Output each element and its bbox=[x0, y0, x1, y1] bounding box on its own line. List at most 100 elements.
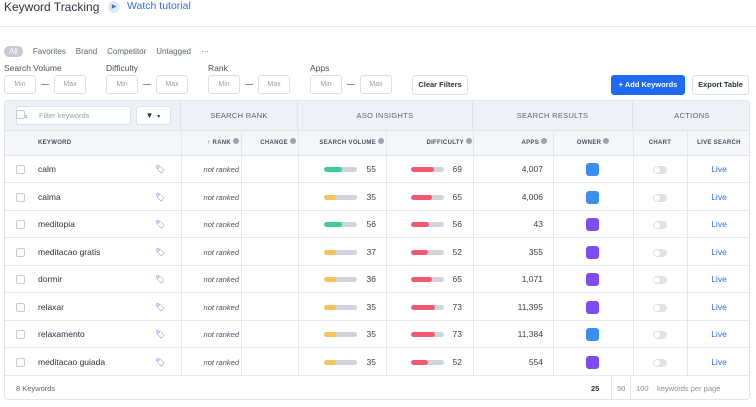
help-icon[interactable] bbox=[466, 138, 472, 144]
chart-toggle[interactable] bbox=[653, 166, 667, 174]
chart-toggle[interactable] bbox=[653, 193, 667, 202]
col-apps[interactable]: APPS bbox=[473, 131, 547, 156]
owner-app-icon[interactable] bbox=[586, 300, 599, 314]
live-search-link[interactable]: Live bbox=[687, 239, 749, 266]
rank-value: not ranked bbox=[203, 247, 239, 257]
tag-favorites[interactable]: Favorites bbox=[33, 47, 66, 56]
col-search-volume[interactable]: SEARCH VOLUME bbox=[298, 131, 384, 156]
row-checkbox[interactable] bbox=[16, 275, 25, 284]
row-checkbox[interactable] bbox=[16, 302, 25, 312]
owner-app-icon[interactable] bbox=[586, 190, 599, 204]
tag-icon[interactable]: 🏷︎ bbox=[155, 184, 165, 211]
search-volume-value: 35 bbox=[366, 301, 376, 312]
live-search-link[interactable]: Live bbox=[687, 156, 749, 183]
col-difficulty[interactable]: DIFFICULTY bbox=[386, 131, 472, 156]
help-icon[interactable] bbox=[541, 138, 547, 144]
live-search-link[interactable]: Live bbox=[687, 294, 749, 321]
col-owner[interactable]: OWNER bbox=[553, 131, 633, 156]
rank-value: not ranked bbox=[203, 192, 239, 202]
tag-icon[interactable]: 🏷︎ bbox=[155, 266, 165, 293]
row-checkbox[interactable] bbox=[16, 192, 25, 202]
live-search-link[interactable]: Live bbox=[687, 184, 749, 211]
keyword-text: meditacao guiada bbox=[38, 356, 106, 367]
owner-app-icon[interactable] bbox=[586, 355, 599, 369]
help-icon[interactable] bbox=[603, 138, 610, 144]
chart-toggle[interactable] bbox=[653, 331, 667, 339]
tag-all[interactable]: All bbox=[4, 46, 23, 57]
help-icon[interactable] bbox=[290, 138, 296, 144]
page-size-50[interactable]: 50 bbox=[611, 376, 625, 399]
owner-app-icon[interactable] bbox=[586, 273, 599, 286]
col-change[interactable]: CHANGE bbox=[241, 131, 296, 156]
filter-max-input[interactable]: Max bbox=[360, 75, 392, 94]
row-checkbox[interactable] bbox=[16, 165, 25, 174]
play-icon[interactable]: ▶ bbox=[108, 1, 120, 13]
filter-max-input[interactable]: Max bbox=[54, 75, 86, 94]
filter-label: Apps bbox=[310, 63, 330, 73]
keyword-text: relaxar bbox=[38, 301, 64, 312]
tag-icon[interactable]: 🏷︎ bbox=[155, 321, 165, 348]
filter-dropdown-button[interactable]: ▼ ▼ bbox=[136, 106, 171, 125]
help-icon[interactable] bbox=[233, 138, 239, 144]
clear-filters-button[interactable]: Clear Filters bbox=[412, 75, 468, 95]
tag-untagged[interactable]: Untagged bbox=[156, 47, 191, 56]
difficulty-value: 52 bbox=[452, 246, 462, 257]
tag-icon[interactable]: 🏷︎ bbox=[155, 294, 165, 321]
keyword-text: dormir bbox=[38, 274, 63, 284]
chart-toggle[interactable] bbox=[653, 303, 667, 312]
chart-toggle[interactable] bbox=[653, 276, 667, 284]
filter-keywords-input[interactable]: Filter keywords bbox=[16, 106, 131, 125]
chart-toggle[interactable] bbox=[653, 221, 667, 229]
filter-min-input[interactable]: Min bbox=[106, 75, 138, 94]
filter-min-input[interactable]: Min bbox=[4, 75, 36, 94]
row-checkbox[interactable] bbox=[16, 357, 25, 367]
chart-toggle[interactable] bbox=[653, 358, 667, 367]
row-checkbox[interactable] bbox=[16, 247, 25, 257]
col-rank[interactable]: ↑ RANK bbox=[181, 131, 239, 156]
live-search-link[interactable]: Live bbox=[687, 349, 749, 376]
filter-max-input[interactable]: Max bbox=[258, 75, 290, 94]
page-title: Keyword Tracking bbox=[4, 0, 100, 14]
tag-icon[interactable]: 🏷︎ bbox=[155, 156, 165, 183]
search-volume-value: 35 bbox=[366, 356, 376, 367]
add-keywords-button[interactable]: + Add Keywords bbox=[611, 75, 685, 95]
chart-toggle[interactable] bbox=[653, 248, 667, 257]
apps-value: 4,006 bbox=[521, 191, 543, 202]
col-keyword[interactable]: KEYWORD bbox=[38, 131, 72, 156]
table-row: meditacao guiada 🏷︎ not ranked 35 52 554… bbox=[5, 349, 749, 376]
page-size-100[interactable]: 100 bbox=[630, 376, 649, 399]
select-all-checkbox[interactable] bbox=[16, 110, 25, 119]
difficulty-value: 65 bbox=[452, 274, 462, 284]
export-table-button[interactable]: Export Table bbox=[692, 75, 749, 95]
table-footer: 8 Keywords 25 50 100 keywords per page bbox=[5, 376, 749, 399]
owner-app-icon[interactable] bbox=[586, 328, 599, 341]
tag-icon[interactable]: 🏷︎ bbox=[155, 211, 165, 238]
live-search-link[interactable]: Live bbox=[687, 211, 749, 238]
table-row: calma 🏷︎ not ranked 35 65 4,006 Live bbox=[5, 184, 749, 211]
filter-max-input[interactable]: Max bbox=[156, 75, 188, 94]
live-search-link[interactable]: Live bbox=[687, 266, 749, 293]
live-search-link[interactable]: Live bbox=[687, 321, 749, 348]
filter-label: Rank bbox=[208, 63, 228, 73]
owner-app-icon[interactable] bbox=[586, 218, 599, 231]
per-page-label: keywords per page bbox=[657, 384, 721, 393]
tag-competitor[interactable]: Competitor bbox=[107, 47, 146, 56]
rank-value: not ranked bbox=[203, 357, 239, 367]
tag-icon[interactable]: 🏷︎ bbox=[155, 239, 165, 266]
tag-brand[interactable]: Brand bbox=[76, 47, 97, 56]
watch-tutorial-link[interactable]: Watch tutorial bbox=[127, 0, 191, 12]
filter-min-input[interactable]: Min bbox=[310, 75, 342, 94]
owner-app-icon[interactable] bbox=[586, 163, 599, 176]
page-size-25[interactable]: 25 bbox=[591, 376, 599, 399]
owner-app-icon[interactable] bbox=[586, 245, 599, 259]
keywords-table: Filter keywords ⌕ ▼ ▼ SEARCH RANK ASO IN… bbox=[4, 100, 750, 400]
row-checkbox[interactable] bbox=[16, 330, 25, 339]
row-checkbox[interactable] bbox=[16, 220, 25, 229]
help-icon[interactable] bbox=[378, 138, 384, 144]
search-volume-value: 55 bbox=[366, 164, 376, 174]
rank-value: not ranked bbox=[203, 275, 239, 284]
apps-value: 11,384 bbox=[517, 329, 543, 339]
tag-icon[interactable]: 🏷︎ bbox=[155, 349, 165, 376]
more-tags-button[interactable]: ··· bbox=[201, 47, 209, 56]
filter-min-input[interactable]: Min bbox=[208, 75, 240, 94]
